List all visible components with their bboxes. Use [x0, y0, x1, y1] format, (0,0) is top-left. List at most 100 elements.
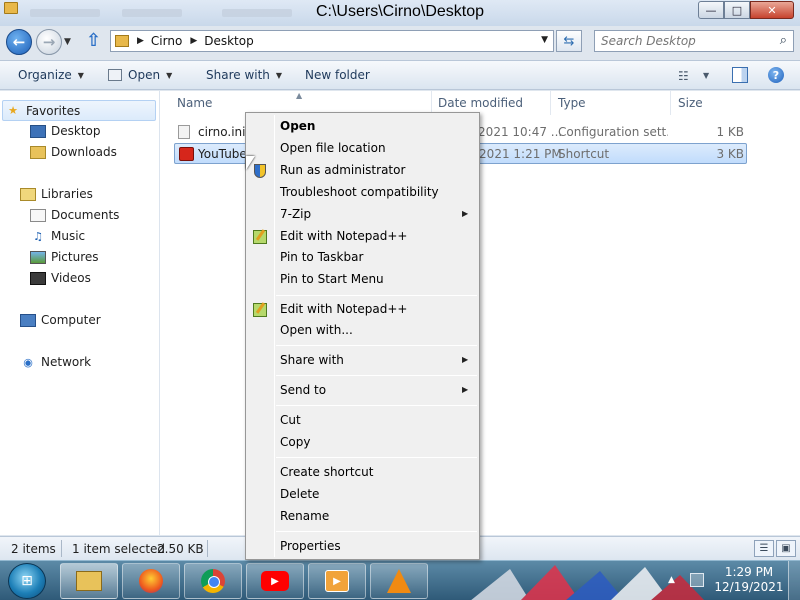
sidebar-item-label: Computer: [41, 313, 101, 327]
submenu-arrow-icon: ▶: [462, 209, 469, 218]
sidebar-item-videos[interactable]: Videos: [30, 271, 91, 285]
vlc-icon: [387, 569, 411, 593]
menu-item-delete[interactable]: Delete: [280, 487, 319, 501]
sidebar-item-computer[interactable]: Computer: [20, 313, 101, 327]
menu-item-send-to[interactable]: Send to: [280, 383, 326, 397]
sidebar-item-downloads[interactable]: Downloads: [30, 145, 117, 159]
address-bar[interactable]: ▶ Cirno ▶ Desktop ▼: [110, 30, 554, 52]
folder-icon: [115, 35, 129, 47]
media-player-icon: ▶: [325, 570, 349, 592]
menu-item-open[interactable]: Open: [280, 119, 315, 133]
sidebar-item-favorites[interactable]: ★ Favorites: [2, 100, 156, 121]
desktop-icon: [30, 124, 46, 138]
sidebar-item-pictures[interactable]: Pictures: [30, 250, 99, 264]
open-icon: [108, 69, 122, 81]
menu-item-troubleshoot-compatibility[interactable]: Troubleshoot compatibility: [280, 185, 439, 199]
start-button[interactable]: ⊞: [8, 563, 46, 599]
sidebar-item-label: Music: [51, 229, 86, 243]
share-with-menu[interactable]: Share with ▼: [206, 68, 282, 82]
menu-item-open-file-location[interactable]: Open file location: [280, 141, 386, 155]
close-button[interactable]: ✕: [750, 1, 794, 19]
menu-item-cut[interactable]: Cut: [280, 413, 301, 427]
taskbar-media-player-button[interactable]: ▶: [308, 563, 366, 599]
file-type: Shortcut: [558, 147, 610, 161]
network-tray-icon[interactable]: [690, 573, 704, 587]
preview-pane-icon[interactable]: [732, 67, 748, 83]
recent-pages-dropdown[interactable]: ▼: [64, 37, 71, 47]
open-menu[interactable]: Open ▼: [108, 68, 172, 82]
large-icons-view-icon[interactable]: ▣: [776, 540, 796, 557]
up-folder-button[interactable]: ⇧: [86, 30, 101, 51]
taskbar-firefox-button[interactable]: [122, 563, 180, 599]
taskbar-youtube-button[interactable]: ▶: [246, 563, 304, 599]
new-folder-button[interactable]: New folder: [305, 68, 370, 82]
sidebar-item-libraries[interactable]: Libraries: [20, 187, 93, 201]
menu-item-copy[interactable]: Copy: [280, 435, 310, 449]
address-row: ← → ▼ ⇧ ▶ Cirno ▶ Desktop ▼ ⇆ ⌕: [0, 26, 800, 58]
change-view-icon[interactable]: ☷: [678, 69, 689, 83]
search-icon[interactable]: ⌕: [780, 33, 787, 48]
sidebar-item-label: Favorites: [26, 103, 81, 118]
refresh-button[interactable]: ⇆: [556, 30, 582, 52]
menu-item-edit-with-notepad-plus-plus[interactable]: Edit with Notepad++: [280, 302, 407, 316]
taskbar-vlc-button[interactable]: [370, 563, 428, 599]
column-header-size[interactable]: Size: [678, 96, 703, 110]
menu-item-run-as-administrator[interactable]: Run as administrator: [280, 163, 405, 177]
notepad-plus-plus-icon: [252, 229, 268, 245]
sidebar-item-music[interactable]: ♫ Music: [30, 229, 85, 243]
details-view-icon[interactable]: ☰: [754, 540, 774, 557]
computer-icon: [20, 313, 36, 327]
chevron-down-icon[interactable]: ▼: [703, 71, 709, 80]
back-button[interactable]: ←: [6, 29, 32, 55]
taskbar-chrome-button[interactable]: [184, 563, 242, 599]
explorer-icon: [76, 571, 102, 591]
chevron-down-icon: ▼: [77, 70, 84, 80]
show-desktop-button[interactable]: [788, 561, 800, 600]
search-input[interactable]: [595, 31, 765, 51]
menu-item-share-with[interactable]: Share with: [280, 353, 344, 367]
column-divider[interactable]: [670, 91, 671, 115]
menu-item-pin-to-start-menu[interactable]: Pin to Start Menu: [280, 272, 384, 286]
search-box[interactable]: ⌕: [594, 30, 794, 52]
column-header-type[interactable]: Type: [558, 96, 586, 110]
menu-separator: [276, 345, 477, 346]
breadcrumb-separator-icon[interactable]: ▶: [137, 36, 144, 46]
taskbar-explorer-button[interactable]: [60, 563, 118, 599]
window-controls: — □ ✕: [698, 1, 794, 19]
show-hidden-icons-icon[interactable]: ▲: [668, 575, 675, 585]
minimize-button[interactable]: —: [698, 1, 724, 19]
forward-button[interactable]: →: [36, 29, 62, 55]
menu-item-open-with[interactable]: Open with...: [280, 323, 353, 337]
mouse-pointer-icon: [246, 156, 255, 170]
selection-size: 2.50 KB: [157, 542, 204, 556]
file-type: Configuration sett...: [558, 125, 668, 139]
menu-item-edit-with-notepad-plus-plus[interactable]: Edit with Notepad++: [280, 229, 407, 243]
menu-separator: [276, 405, 477, 406]
menu-item-properties[interactable]: Properties: [280, 539, 341, 553]
breadcrumb-desktop[interactable]: Desktop: [204, 34, 254, 48]
sidebar-item-documents[interactable]: Documents: [30, 208, 119, 222]
menu-item-create-shortcut[interactable]: Create shortcut: [280, 465, 373, 479]
menu-item-rename[interactable]: Rename: [280, 509, 329, 523]
sidebar-item-desktop[interactable]: Desktop: [30, 124, 101, 138]
submenu-arrow-icon: ▶: [462, 355, 469, 364]
breadcrumb-separator-icon[interactable]: ▶: [190, 36, 197, 46]
system-clock[interactable]: 1:29 PM 12/19/2021: [714, 565, 784, 595]
sidebar-item-label: Desktop: [51, 124, 101, 138]
title-bar: C:\Users\Cirno\Desktop — □ ✕: [0, 0, 800, 26]
sidebar-item-network[interactable]: ◉ Network: [20, 355, 91, 369]
column-divider[interactable]: [550, 91, 551, 115]
breadcrumb-cirno[interactable]: Cirno: [151, 34, 182, 48]
address-dropdown-icon[interactable]: ▼: [541, 35, 548, 45]
maximize-button[interactable]: □: [724, 1, 750, 19]
organize-menu[interactable]: Organize ▼: [18, 68, 84, 82]
column-header-date-modified[interactable]: Date modified: [438, 96, 523, 110]
file-date: /2021 10:47 ...: [474, 125, 563, 139]
file-size: 1 KB: [716, 125, 744, 139]
sidebar-item-label: Videos: [51, 271, 91, 285]
help-icon[interactable]: ?: [768, 67, 784, 83]
menu-item-7-zip[interactable]: 7-Zip: [280, 207, 311, 221]
youtube-icon: ▶: [261, 571, 289, 591]
menu-item-pin-to-taskbar[interactable]: Pin to Taskbar: [280, 250, 363, 264]
column-header-name[interactable]: Name: [177, 96, 212, 110]
